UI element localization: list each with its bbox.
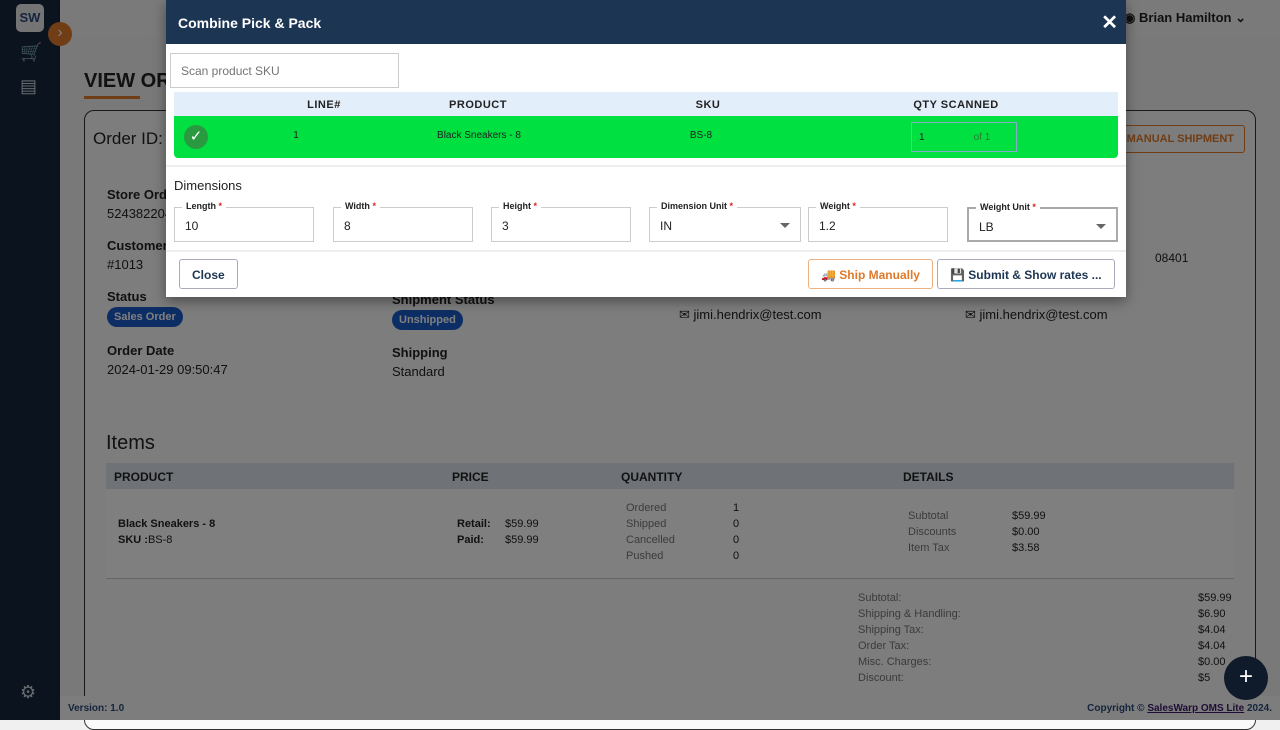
width-field[interactable]: Width * 8 [333, 201, 473, 242]
add-fab-button[interactable]: + [1224, 656, 1268, 700]
close-button[interactable]: Close [179, 259, 238, 289]
scan-sku-input[interactable] [170, 53, 399, 88]
check-circle-icon: ✓ [184, 125, 208, 149]
dimension-unit-select[interactable]: Dimension Unit * IN [649, 201, 801, 242]
scan-row: ✓ 1 Black Sneakers - 8 BS-8 1 of 1 [174, 116, 1118, 158]
close-icon[interactable]: ✕ [1101, 10, 1118, 35]
weight-field[interactable]: Weight * 1.2 [808, 201, 948, 242]
truck-icon: 🚚 [821, 268, 840, 282]
scan-table-header: LINE# PRODUCT SKU QTY SCANNED [174, 92, 1118, 116]
dropdown-arrow-icon [1096, 224, 1106, 229]
qty-scanned-input[interactable]: 1 of 1 [911, 122, 1017, 152]
dropdown-arrow-icon [780, 223, 790, 228]
weight-unit-select[interactable]: Weight Unit * LB [967, 202, 1118, 242]
height-field[interactable]: Height * 3 [491, 201, 631, 242]
ship-manually-button[interactable]: 🚚 Ship Manually [808, 259, 933, 289]
dimensions-title: Dimensions [174, 178, 242, 193]
length-field[interactable]: Length * 10 [174, 201, 314, 242]
dialog-title: Combine Pick & Pack [178, 15, 322, 31]
save-icon: 💾 [950, 268, 969, 282]
submit-show-rates-button[interactable]: 💾 Submit & Show rates ... [937, 259, 1115, 289]
combine-pick-pack-dialog: Combine Pick & Pack ✕ LINE#PRODUCTSKUQTY … [166, 0, 1126, 297]
